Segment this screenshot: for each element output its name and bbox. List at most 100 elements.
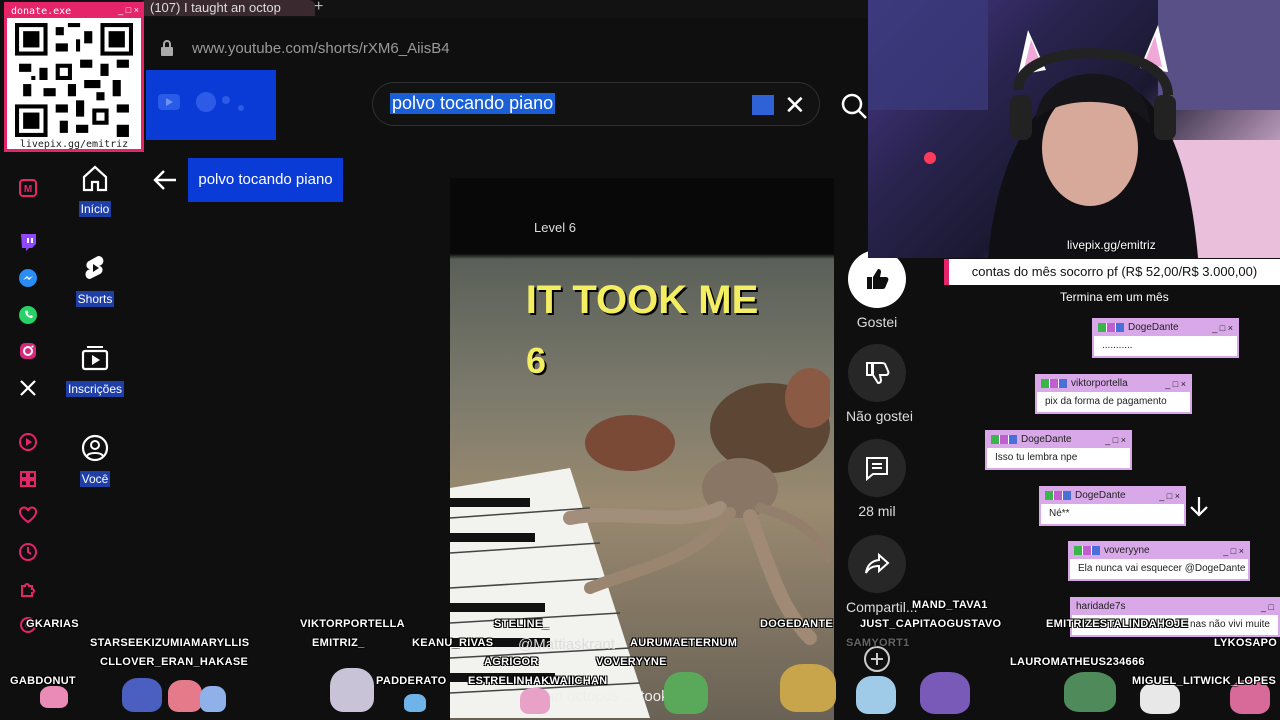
chat-message-header: haridade7s _ □ <box>1072 599 1278 615</box>
viewer-name: VOVERYYNE <box>596 656 667 668</box>
nav-home[interactable]: Início <box>62 164 128 218</box>
thumbs-down-icon <box>866 362 890 385</box>
x-twitter-icon <box>20 380 36 396</box>
like-button-circle[interactable] <box>848 250 906 308</box>
viewer-name: LAUROMATHEUS234666 <box>1010 656 1145 668</box>
viewer-sprite <box>404 694 426 712</box>
nav-shorts-label: Shorts <box>75 291 115 307</box>
messenger-icon <box>19 269 37 287</box>
donate-url: livepix.gg/emitriz <box>19 139 129 150</box>
social-m-icon: M <box>19 179 37 197</box>
heart-icon <box>19 506 37 524</box>
viewer-sprite <box>40 686 68 708</box>
grid-icon <box>20 471 36 487</box>
viewer-name: SAMYORT1 <box>846 637 910 649</box>
video-top-band <box>450 178 834 254</box>
chat-message: DogeDante _ □ × Isso tu lembra npe <box>985 430 1132 470</box>
viewer-sprite <box>1064 672 1116 712</box>
nav-subscriptions[interactable]: Inscrições <box>62 344 128 398</box>
chat-username: viktorportella <box>1071 378 1128 389</box>
chat-window-controls: _ □ × <box>1165 379 1186 389</box>
instagram-icon <box>20 343 36 359</box>
viewer-sprite <box>780 664 836 712</box>
viewer-name: STARSEEKIZUMIAMARYLLIS <box>90 637 250 649</box>
back-arrow-icon[interactable] <box>152 168 178 192</box>
chat-message: haridade7s _ □ nas não vivi muite <box>1070 597 1280 637</box>
chat-message: viktorportella _ □ × pix da forma de paga… <box>1035 374 1192 414</box>
chat-message-header: DogeDante _ □ × <box>1041 488 1184 504</box>
viewer-sprite <box>168 680 202 712</box>
qr-code-icon <box>15 23 133 137</box>
chat-message-text: Né** <box>1049 508 1070 519</box>
viewer-name: AGRIGOR <box>484 656 539 668</box>
thumbs-up-icon <box>867 269 889 289</box>
share-label: Compartil... <box>846 599 918 615</box>
svg-text:M: M <box>24 184 32 195</box>
chat-message-text: ........... <box>1102 340 1133 351</box>
chat-badges-icon <box>991 434 1017 444</box>
viewer-name: STELINE_ <box>494 618 549 630</box>
account-icon <box>81 434 109 462</box>
play-circle-icon <box>19 433 37 451</box>
puzzle-icon <box>21 583 35 597</box>
clear-search-button[interactable]: ✕ <box>784 90 806 121</box>
subscriptions-icon <box>81 346 109 371</box>
nav-shorts[interactable]: Shorts <box>62 254 128 308</box>
dislike-label: Não gostei <box>846 408 913 424</box>
viewer-name: LYKOSAPO <box>1214 637 1278 649</box>
chat-badges-icon <box>1045 490 1071 500</box>
chat-message-header: voveryyne _ □ × <box>1070 543 1248 559</box>
youtube-logo-icon <box>158 92 244 112</box>
chat-window-controls: _ □ <box>1261 602 1274 612</box>
scroll-down-arrow-icon[interactable] <box>1186 494 1212 520</box>
chat-username: haridade7s <box>1076 601 1126 612</box>
search-input[interactable]: polvo tocando piano <box>390 93 556 114</box>
chat-message-text: Isso tu lembra npe <box>995 452 1078 463</box>
youtube-logo[interactable] <box>146 70 276 140</box>
nav-you[interactable]: Você <box>62 434 128 488</box>
video-title[interactable]: an octopus ... took 6 <box>546 688 681 705</box>
share-button[interactable]: Compartil... <box>846 535 918 615</box>
chat-window-controls: _ □ × <box>1159 491 1180 501</box>
chat-username: DogeDante <box>1075 490 1126 501</box>
nav-you-label: Você <box>79 471 111 487</box>
viewer-name: MIGUEL_LITWICK_LOPES <box>1132 675 1277 687</box>
search-icon[interactable] <box>840 92 868 120</box>
nav-home-label: Início <box>78 201 112 217</box>
dislike-button[interactable]: Não gostei <box>846 344 913 424</box>
address-url[interactable]: www.youtube.com/shorts/rXM6_AiisB4 <box>192 40 450 57</box>
viewer-name: AURUMAETERNUM <box>630 637 738 649</box>
chat-message: DogeDante _ □ × ........... <box>1092 318 1239 358</box>
like-button[interactable]: Gostei <box>846 250 908 330</box>
browser-tab[interactable]: (107) I taught an octop <box>140 0 315 16</box>
viewer-sprite <box>520 688 550 714</box>
chat-message-text: Ela nunca vai esquecer @DogeDante <box>1078 563 1246 574</box>
viewer-name: CLLOVER_ERAN_HAKASE <box>100 656 249 668</box>
new-tab-button[interactable]: + <box>314 0 323 16</box>
chat-message: DogeDante _ □ × Né** <box>1039 486 1186 526</box>
dislike-button-circle[interactable] <box>848 344 906 402</box>
chat-window-controls: _ □ × <box>1212 323 1233 333</box>
comments-button-circle[interactable] <box>848 439 906 497</box>
comments-button[interactable]: 28 mil <box>846 439 908 519</box>
voice-search-indicator[interactable] <box>752 95 774 115</box>
chat-badges-icon <box>1098 322 1124 332</box>
chat-window-controls: _ □ × <box>1105 435 1126 445</box>
lock-icon <box>161 40 173 56</box>
viewer-name: EMITRIZESTALINDAHOJE <box>1046 618 1189 630</box>
share-button-circle[interactable] <box>848 535 906 593</box>
chat-message-text: pix da forma de pagamento <box>1045 396 1167 407</box>
chat-username: voveryyne <box>1104 545 1150 556</box>
donate-window-controls: _ □ × <box>118 5 139 15</box>
chat-window-controls: _ □ × <box>1223 546 1244 556</box>
donate-widget: donate.exe _ □ × livepix.gg/emitriz <box>4 2 144 152</box>
shorts-icon <box>85 256 104 279</box>
clock-icon <box>19 543 37 561</box>
whatsapp-icon <box>19 306 37 324</box>
viewer-sprite <box>664 672 708 714</box>
video-overlay-number: 6 <box>526 340 547 381</box>
video-channel-handle[interactable]: @Mattiaskrant <box>518 636 615 653</box>
twitch-icon <box>21 234 36 251</box>
donation-goal-deadline: Termina em um mês <box>1060 290 1169 304</box>
viewer-name: EMITRIZ_ <box>312 637 365 649</box>
